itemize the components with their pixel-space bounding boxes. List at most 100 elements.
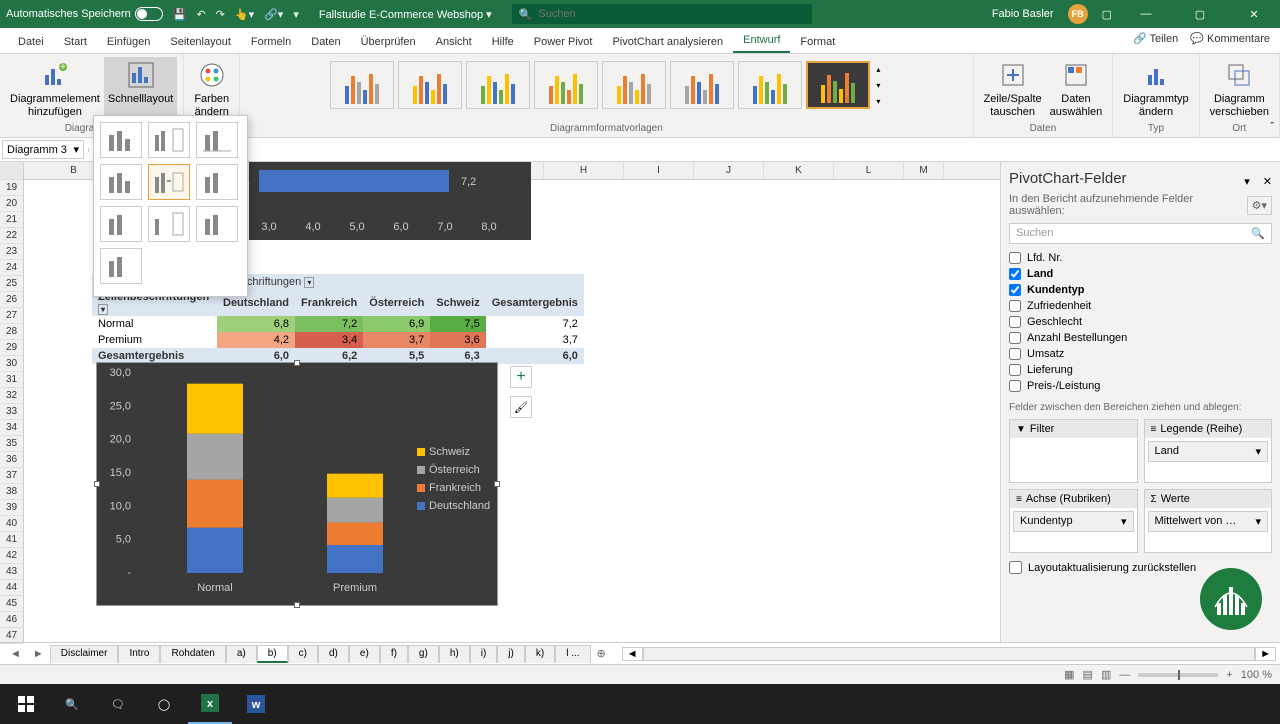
tab-start[interactable]: Start — [54, 31, 97, 53]
taskbar-app-1[interactable]: 🗨 — [96, 684, 140, 724]
row-header[interactable]: 28 — [0, 324, 23, 340]
row-header[interactable]: 45 — [0, 596, 23, 612]
tab-powerpivot[interactable]: Power Pivot — [524, 31, 603, 53]
sheet-tab[interactable]: Disclaimer — [50, 645, 119, 663]
chart-styles-button[interactable]: 🖌 — [510, 396, 532, 418]
maximize-button[interactable]: ▢ — [1180, 0, 1220, 28]
hscroll-right[interactable]: ► — [1255, 647, 1276, 661]
autosave-toggle[interactable]: Automatisches Speichern — [6, 7, 163, 21]
search-box[interactable]: 🔍 — [512, 4, 812, 24]
tab-format[interactable]: Format — [790, 31, 845, 53]
field-zufriedenheit[interactable]: Zufriedenheit — [1009, 298, 1272, 314]
axis-area[interactable]: ≡ Achse (Rubriken) Kundentyp▾ — [1009, 489, 1138, 553]
layout-option-5[interactable] — [148, 164, 190, 200]
row-header[interactable]: 47 — [0, 628, 23, 644]
row-header[interactable]: 30 — [0, 356, 23, 372]
sheet-tab[interactable]: Intro — [118, 645, 160, 663]
view-pagebreak-icon[interactable]: ▥ — [1101, 668, 1111, 681]
select-data-button[interactable]: Daten auswählen — [1046, 57, 1107, 121]
row-header[interactable]: 21 — [0, 212, 23, 228]
row-header[interactable]: 33 — [0, 404, 23, 420]
row-header[interactable]: 26 — [0, 292, 23, 308]
redo-icon[interactable]: ↷ — [216, 8, 225, 21]
change-colors-button[interactable]: Farben ändern — [190, 57, 233, 121]
row-header[interactable]: 34 — [0, 420, 23, 436]
col-header[interactable]: I — [624, 162, 694, 179]
sheet-tab[interactable]: f) — [380, 645, 408, 663]
save-icon[interactable]: 💾 — [173, 8, 187, 21]
chart-style-1[interactable] — [330, 61, 394, 109]
tab-nav-prev[interactable]: ◄ — [4, 648, 27, 660]
view-normal-icon[interactable]: ▦ — [1064, 668, 1074, 681]
tab-seitenlayout[interactable]: Seitenlayout — [160, 31, 241, 53]
row-header[interactable]: 25 — [0, 276, 23, 292]
start-button[interactable] — [4, 684, 48, 724]
row-header[interactable]: 22 — [0, 228, 23, 244]
chart-style-3[interactable] — [466, 61, 530, 109]
row-header[interactable]: 41 — [0, 532, 23, 548]
col-header[interactable]: H — [544, 162, 624, 179]
chart-style-2[interactable] — [398, 61, 462, 109]
username-label[interactable]: Fabio Basler — [992, 8, 1054, 20]
row-header[interactable]: 35 — [0, 436, 23, 452]
row-header[interactable]: 24 — [0, 260, 23, 276]
layout-option-6[interactable] — [196, 164, 238, 200]
search-input[interactable] — [538, 8, 804, 20]
zoom-in-button[interactable]: + — [1226, 669, 1232, 681]
name-box[interactable]: Diagramm 3▾ — [2, 140, 84, 159]
switch-row-col-button[interactable]: Zeile/Spalte tauschen — [980, 57, 1046, 121]
row-header[interactable]: 39 — [0, 500, 23, 516]
layout-option-4[interactable] — [100, 164, 142, 200]
zoom-level[interactable]: 100 % — [1241, 669, 1272, 681]
quick-layout-button[interactable]: Schnelllayout — [104, 57, 177, 121]
undo-icon[interactable]: ↶ — [196, 8, 205, 21]
comments-button[interactable]: 💬 Kommentare — [1190, 32, 1270, 45]
field-kundentyp[interactable]: Kundentyp — [1009, 282, 1272, 298]
tab-einfuegen[interactable]: Einfügen — [97, 31, 160, 53]
row-header[interactable]: 29 — [0, 340, 23, 356]
row-header[interactable]: 38 — [0, 484, 23, 500]
row-header[interactable]: 44 — [0, 580, 23, 596]
row-header[interactable]: 20 — [0, 196, 23, 212]
col-header[interactable]: K — [764, 162, 834, 179]
collapse-ribbon-icon[interactable]: ˆ — [1270, 121, 1274, 133]
layout-option-9[interactable] — [196, 206, 238, 242]
row-header[interactable]: 31 — [0, 372, 23, 388]
layout-option-3[interactable] — [196, 122, 238, 158]
tab-entwurf[interactable]: Entwurf — [733, 29, 790, 53]
tab-analysieren[interactable]: PivotChart analysieren — [602, 31, 733, 53]
field-anzahlbestellungen[interactable]: Anzahl Bestellungen — [1009, 330, 1272, 346]
row-header[interactable]: 36 — [0, 452, 23, 468]
row-header[interactable]: 40 — [0, 516, 23, 532]
axis-item-kundentyp[interactable]: Kundentyp▾ — [1013, 511, 1134, 532]
row-header[interactable]: 46 — [0, 612, 23, 628]
tab-ueberpruefen[interactable]: Überprüfen — [351, 31, 426, 53]
share-button[interactable]: 🔗 Teilen — [1133, 32, 1178, 45]
chart-style-5[interactable] — [602, 61, 666, 109]
field-preisleistung[interactable]: Preis-/Leistung — [1009, 378, 1272, 394]
chart-elements-button[interactable]: + — [510, 366, 532, 388]
layout-option-7[interactable] — [100, 206, 142, 242]
sheet-tab[interactable]: e) — [349, 645, 380, 663]
pivot-chart[interactable]: -5,010,015,020,025,030,0NormalPremiumSch… — [96, 362, 498, 606]
sheet-tab[interactable]: b) — [257, 645, 288, 663]
sheet-tab[interactable]: i) — [470, 645, 498, 663]
tab-nav-next[interactable]: ► — [27, 648, 50, 660]
tab-datei[interactable]: Datei — [8, 31, 54, 53]
change-chart-type-button[interactable]: Diagrammtyp ändern — [1119, 57, 1192, 121]
sheet-tab[interactable]: d) — [318, 645, 349, 663]
field-geschlecht[interactable]: Geschlecht — [1009, 314, 1272, 330]
close-button[interactable]: ✕ — [1234, 0, 1274, 28]
avatar[interactable]: FB — [1068, 4, 1088, 24]
add-chart-element-button[interactable]: + Diagrammelement hinzufügen — [6, 57, 104, 121]
qat-more-icon[interactable]: ▾ — [293, 8, 299, 21]
gallery-scroll[interactable]: ▾ — [876, 97, 880, 106]
sheet-tab[interactable]: c) — [288, 645, 318, 663]
mini-horizontal-chart[interactable]: 7,2 3,04,05,06,07,08,0 — [249, 162, 531, 240]
row-header[interactable]: 19 — [0, 180, 23, 196]
legend-item-land[interactable]: Land▾ — [1148, 441, 1269, 462]
values-area[interactable]: Σ Werte Mittelwert von Qualität▾ — [1144, 489, 1273, 553]
filter-area[interactable]: ▼ Filter — [1009, 419, 1138, 483]
field-land[interactable]: Land — [1009, 266, 1272, 282]
sheet-tab[interactable]: a) — [226, 645, 257, 663]
